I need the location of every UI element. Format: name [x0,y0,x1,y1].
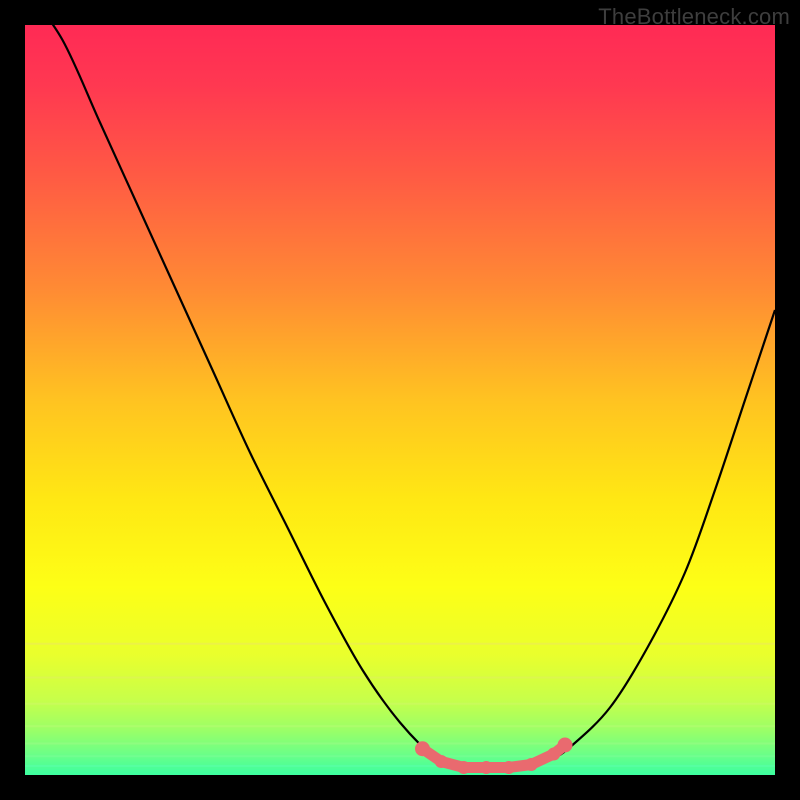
plot-area [25,25,775,775]
optimal-range-markers [415,738,573,775]
marker-dot [558,738,573,753]
marker-dot [415,741,430,756]
bottleneck-curve [25,25,775,768]
marker-dot [435,755,448,768]
curve-layer [25,25,775,775]
marker-dot [502,761,515,774]
chart-frame: TheBottleneck.com [0,0,800,800]
watermark-text: TheBottleneck.com [598,4,790,30]
marker-dot [525,758,538,771]
marker-dot [457,761,470,774]
marker-dot [547,748,560,761]
marker-dot [480,761,493,774]
